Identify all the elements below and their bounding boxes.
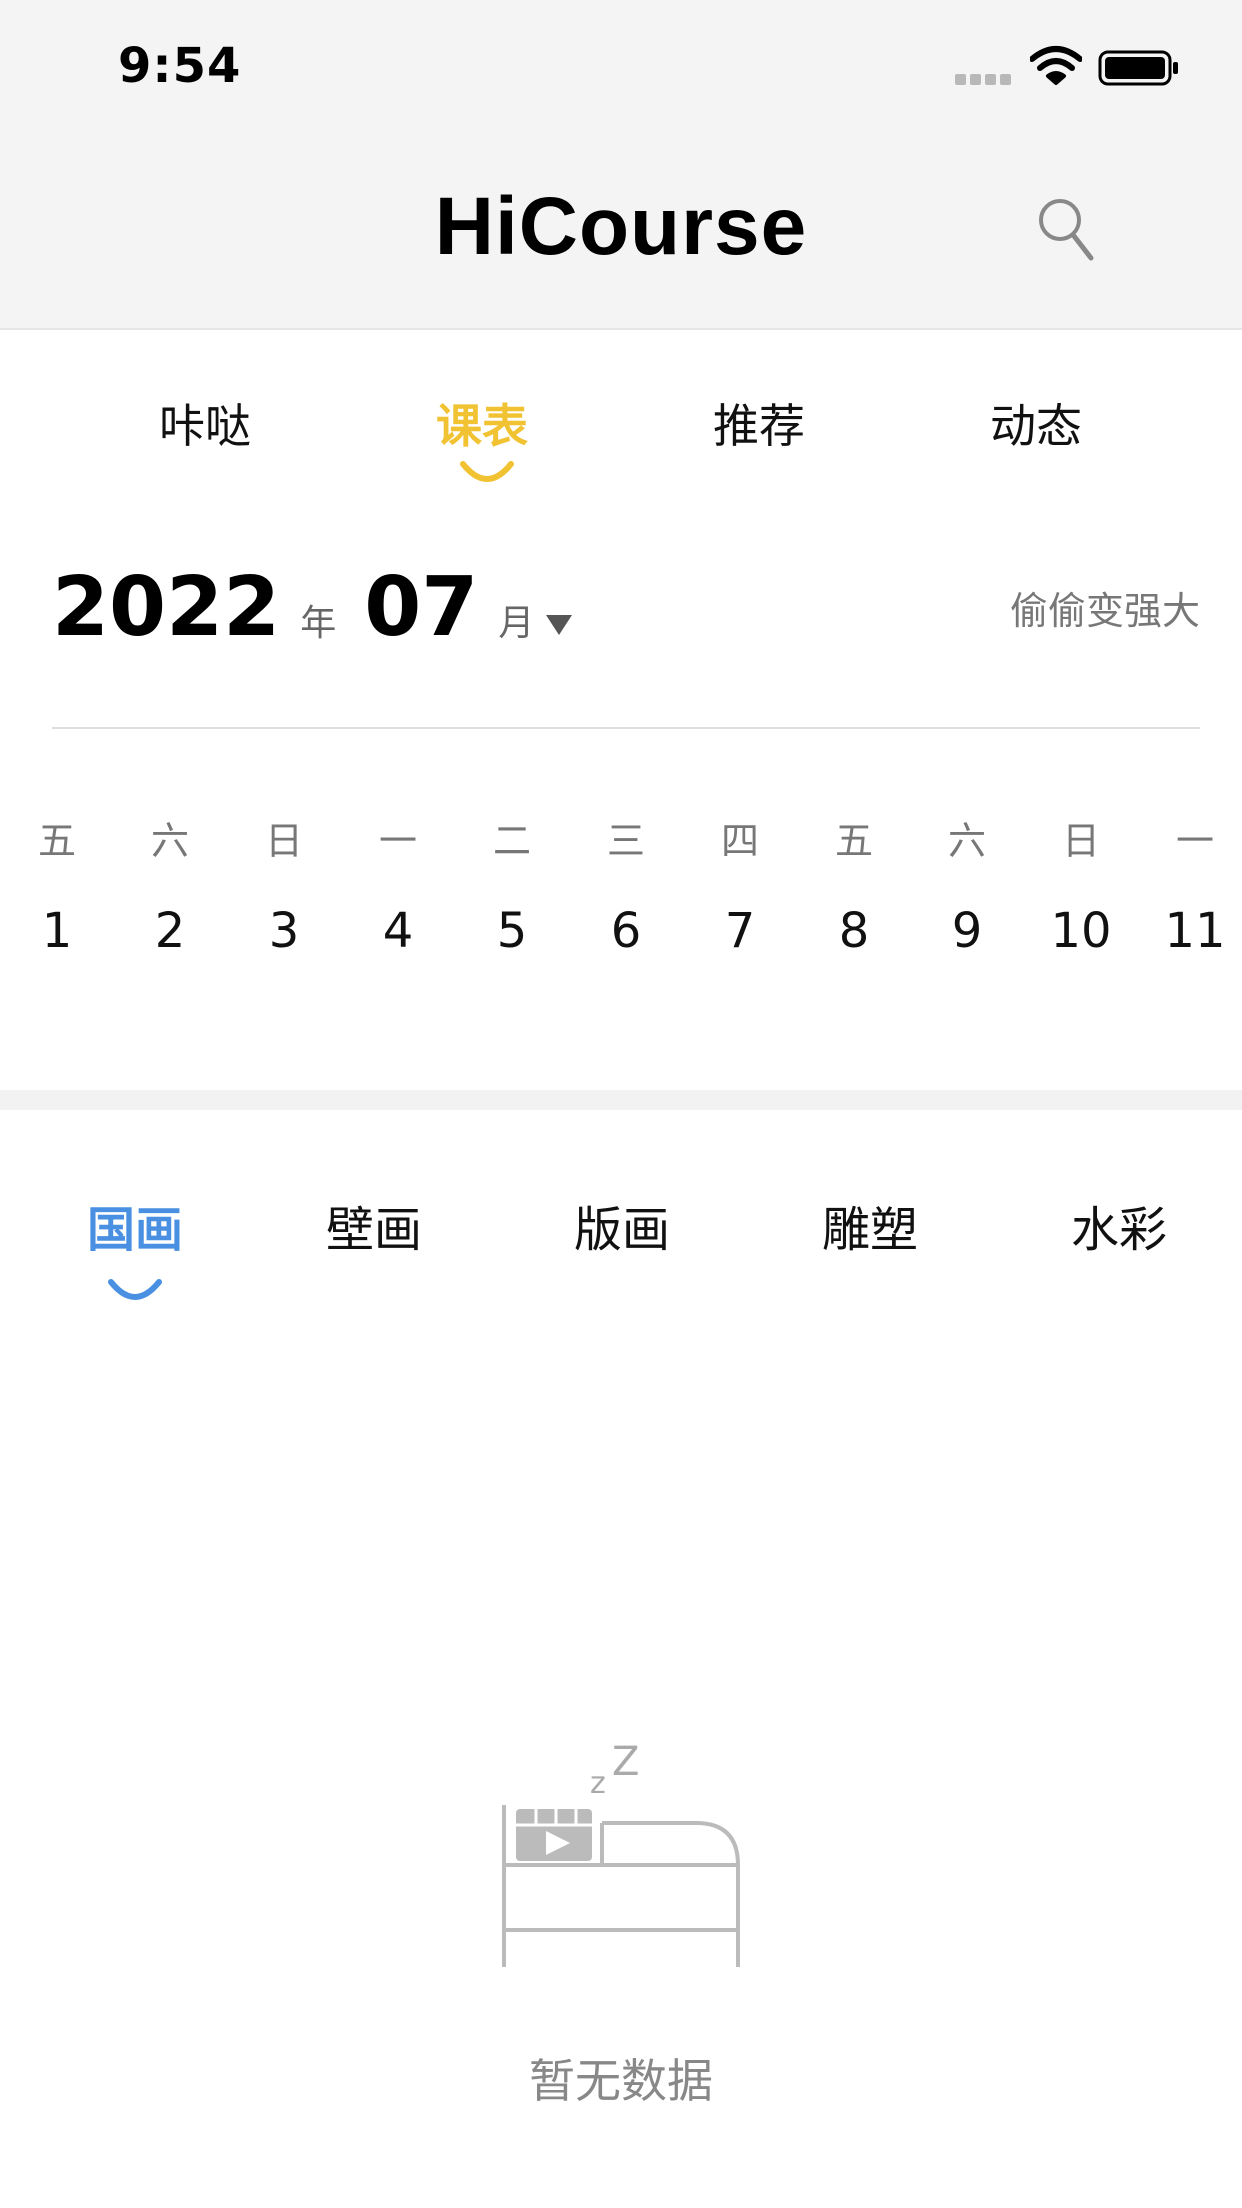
calendar-day[interactable]: 一 11 xyxy=(1145,810,1242,959)
battery-icon xyxy=(1098,50,1178,86)
category-tab-bar: 国画 壁画 版画 雕塑 水彩 xyxy=(0,1190,1242,1310)
weekday-label: 五 xyxy=(37,819,76,863)
tab-guohua[interactable]: 国画 xyxy=(35,1190,235,1260)
top-bar: 9:54 HiCourse xyxy=(0,0,1242,330)
active-category-indicator xyxy=(108,1279,162,1300)
svg-text:Z: Z xyxy=(612,1739,639,1785)
tab-bihua[interactable]: 壁画 xyxy=(274,1190,474,1260)
calendar-day[interactable]: 日3 xyxy=(234,810,334,959)
calendar-day[interactable]: 五1 xyxy=(7,810,107,959)
month-picker[interactable]: 2022 年 07 月 xyxy=(52,560,573,655)
date-number: 3 xyxy=(268,903,300,959)
month-unit: 月 xyxy=(498,603,535,644)
divider xyxy=(52,727,1200,729)
month-value: 07 xyxy=(364,560,479,655)
app-screen: 9:54 HiCourse 咔哒 课表 推荐 动态 2022 年 07 月 偷偷… xyxy=(0,0,1242,2208)
wifi-icon xyxy=(1030,46,1082,85)
calendar-day[interactable]: 六9 xyxy=(917,810,1017,959)
motto-text: 偷偷变强大 xyxy=(1009,589,1200,633)
tab-banhua[interactable]: 版画 xyxy=(522,1190,722,1260)
weekday-label: 日 xyxy=(1061,819,1100,863)
svg-text:z: z xyxy=(590,1766,606,1801)
weekday-label: 四 xyxy=(720,819,759,863)
tab-kada[interactable]: 咔哒 xyxy=(105,390,305,456)
search-icon[interactable] xyxy=(1036,196,1096,262)
calendar-day[interactable]: 一4 xyxy=(348,810,448,959)
sleeping-bed-icon: z Z xyxy=(502,1739,740,1967)
main-tab-bar: 咔哒 课表 推荐 动态 xyxy=(0,332,1242,502)
weekday-label: 六 xyxy=(947,819,986,863)
empty-state-text: 暂无数据 xyxy=(529,2054,713,2108)
calendar-day[interactable]: 二5 xyxy=(462,810,562,959)
date-number: 6 xyxy=(610,903,642,959)
calendar-strip: 五1 六2 日3 一4 二5 三6 四7 五8 六9 日 10 一 11 xyxy=(0,810,1242,960)
dropdown-caret-icon[interactable] xyxy=(546,615,573,635)
weekday-label: 日 xyxy=(264,819,303,863)
date-number: 11 xyxy=(1164,903,1226,959)
calendar-day[interactable]: 日 10 xyxy=(1031,810,1131,959)
date-number: 9 xyxy=(951,903,983,959)
date-number: 5 xyxy=(496,903,528,959)
tab-shuicai[interactable]: 水彩 xyxy=(1019,1190,1219,1260)
date-number: 1 xyxy=(41,903,73,959)
calendar-day[interactable]: 五8 xyxy=(804,810,904,959)
year-unit: 年 xyxy=(300,603,337,644)
weekday-label: 三 xyxy=(606,819,645,863)
section-separator xyxy=(0,1090,1242,1110)
calendar-day[interactable]: 三6 xyxy=(576,810,676,959)
active-tab-indicator xyxy=(460,461,514,482)
status-time: 9:54 xyxy=(118,38,242,94)
weekday-label: 一 xyxy=(1175,819,1214,863)
date-number: 7 xyxy=(724,903,756,959)
calendar-day[interactable]: 六2 xyxy=(120,810,220,959)
date-number: 4 xyxy=(382,903,414,959)
weekday-label: 二 xyxy=(492,819,531,863)
date-number: 8 xyxy=(838,903,870,959)
tab-recommend[interactable]: 推荐 xyxy=(659,390,859,456)
tab-feed[interactable]: 动态 xyxy=(936,390,1136,456)
cellular-signal-icon xyxy=(955,74,1011,85)
calendar-day[interactable]: 四7 xyxy=(690,810,790,959)
tab-schedule[interactable]: 课表 xyxy=(382,390,582,456)
year-value: 2022 xyxy=(52,560,281,655)
date-number: 10 xyxy=(1050,903,1112,959)
date-number: 2 xyxy=(154,903,186,959)
weekday-label: 一 xyxy=(378,819,417,863)
weekday-label: 五 xyxy=(834,819,873,863)
weekday-label: 六 xyxy=(150,819,189,863)
tab-diaosu[interactable]: 雕塑 xyxy=(770,1190,970,1260)
